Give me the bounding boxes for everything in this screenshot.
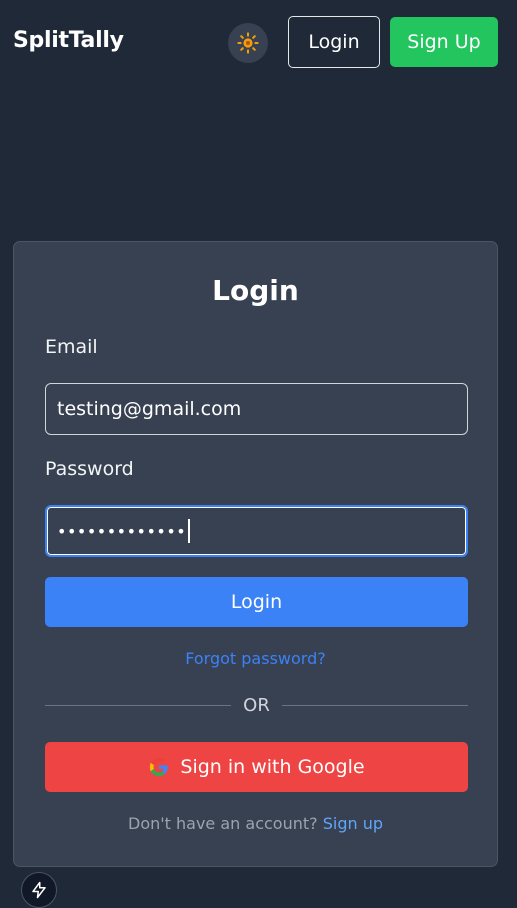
lightning-icon xyxy=(32,881,46,899)
brand-logo[interactable]: SplitTally xyxy=(13,28,124,53)
forgot-password-link[interactable]: Forgot password? xyxy=(14,649,497,668)
text-caret xyxy=(188,519,191,543)
email-field[interactable]: testing@gmail.com xyxy=(45,383,468,435)
password-label: Password xyxy=(45,458,134,480)
or-divider: OR xyxy=(45,694,468,716)
signup-prompt: Don't have an account? Sign up xyxy=(14,814,497,833)
signup-link[interactable]: Sign up xyxy=(323,814,383,833)
divider-label: OR xyxy=(243,694,270,716)
sun-icon xyxy=(237,32,259,54)
no-account-text: Don't have an account? xyxy=(128,814,318,833)
header-signup-button[interactable]: Sign Up xyxy=(390,17,498,67)
google-icon xyxy=(148,756,170,778)
divider-line-right xyxy=(281,704,468,706)
bolt-badge[interactable] xyxy=(21,872,57,908)
header-login-button[interactable]: Login xyxy=(288,16,380,68)
google-signin-button[interactable]: Sign in with Google xyxy=(45,742,468,792)
page: SplitTally Login Sign Up Login Email tes… xyxy=(0,0,517,908)
password-field[interactable]: ••••••••••••• xyxy=(45,505,468,557)
password-mask: ••••••••••••• xyxy=(57,521,187,541)
google-signin-label: Sign in with Google xyxy=(180,756,365,778)
divider-line-left xyxy=(45,704,232,706)
login-card: Login Email testing@gmail.com Password •… xyxy=(13,241,498,867)
email-value: testing@gmail.com xyxy=(57,398,242,420)
card-title: Login xyxy=(212,274,299,307)
login-submit-button[interactable]: Login xyxy=(45,577,468,627)
email-label: Email xyxy=(45,336,98,358)
theme-toggle-button[interactable] xyxy=(228,23,268,63)
